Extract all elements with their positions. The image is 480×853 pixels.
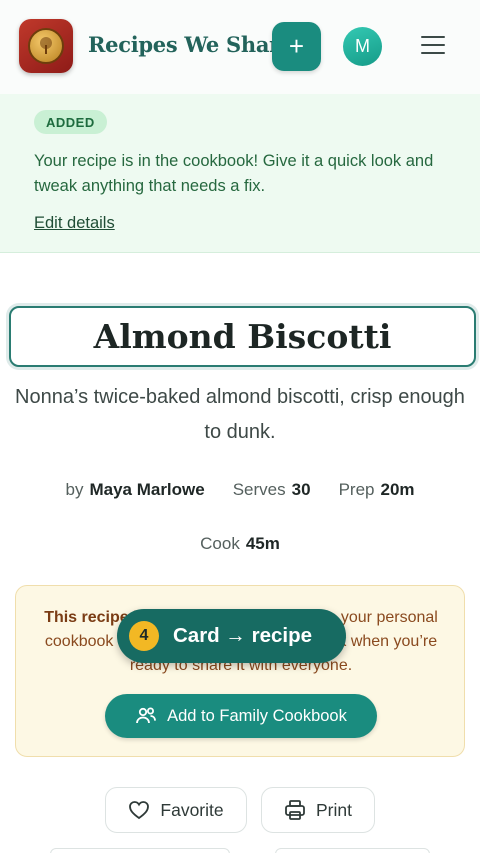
app-logo[interactable] [19,19,73,73]
favorite-button[interactable]: Favorite [105,787,247,833]
print-button[interactable]: Print [261,787,375,833]
author-meta: by Maya Marlowe [65,480,205,499]
banner-message: Your recipe is in the cookbook! Give it … [34,152,434,195]
more-action-button[interactable] [275,848,430,853]
prep-meta: Prep 20m [338,480,415,499]
more-action-button[interactable] [50,848,230,853]
brand-name[interactable]: Recipes We Share [88,32,293,57]
step-number-badge: 4 [129,621,159,651]
printer-icon [285,800,305,820]
app-header: Recipes We Share + M [0,0,480,94]
user-avatar[interactable]: M [343,27,382,66]
heart-icon [129,801,150,820]
recipe-meta-cook: Cook 45m [0,534,480,554]
add-to-family-label: Add to Family Cookbook [167,706,347,725]
tree-emblem-icon [28,28,64,64]
print-label: Print [316,799,352,820]
status-badge: ADDED [34,110,107,134]
recipe-meta: by Maya Marlowe Serves 30 Prep 20m [0,480,480,500]
tooltip-label: Card → recipe [173,624,312,647]
edit-details-link[interactable]: Edit details [34,214,115,233]
recipe-description: Nonna’s twice-baked almond biscotti, cri… [15,386,465,443]
recipe-title-field[interactable]: Almond Biscotti [9,306,476,367]
success-banner: ADDED Your recipe is in the cookbook! Gi… [0,94,480,253]
recipe-title: Almond Biscotti [93,317,392,356]
author-name[interactable]: Maya Marlowe [89,480,204,499]
add-to-family-cookbook-button[interactable]: Add to Family Cookbook [105,694,377,738]
hamburger-icon[interactable] [421,36,445,56]
favorite-label: Favorite [160,799,224,820]
onboarding-step-tooltip: 4 Card → recipe [117,609,346,663]
add-recipe-button[interactable]: + [272,22,321,71]
plus-icon: + [288,31,305,61]
serves-meta: Serves 30 [232,480,311,499]
cook-meta: Cook 45m [200,534,280,553]
users-icon [136,707,157,724]
